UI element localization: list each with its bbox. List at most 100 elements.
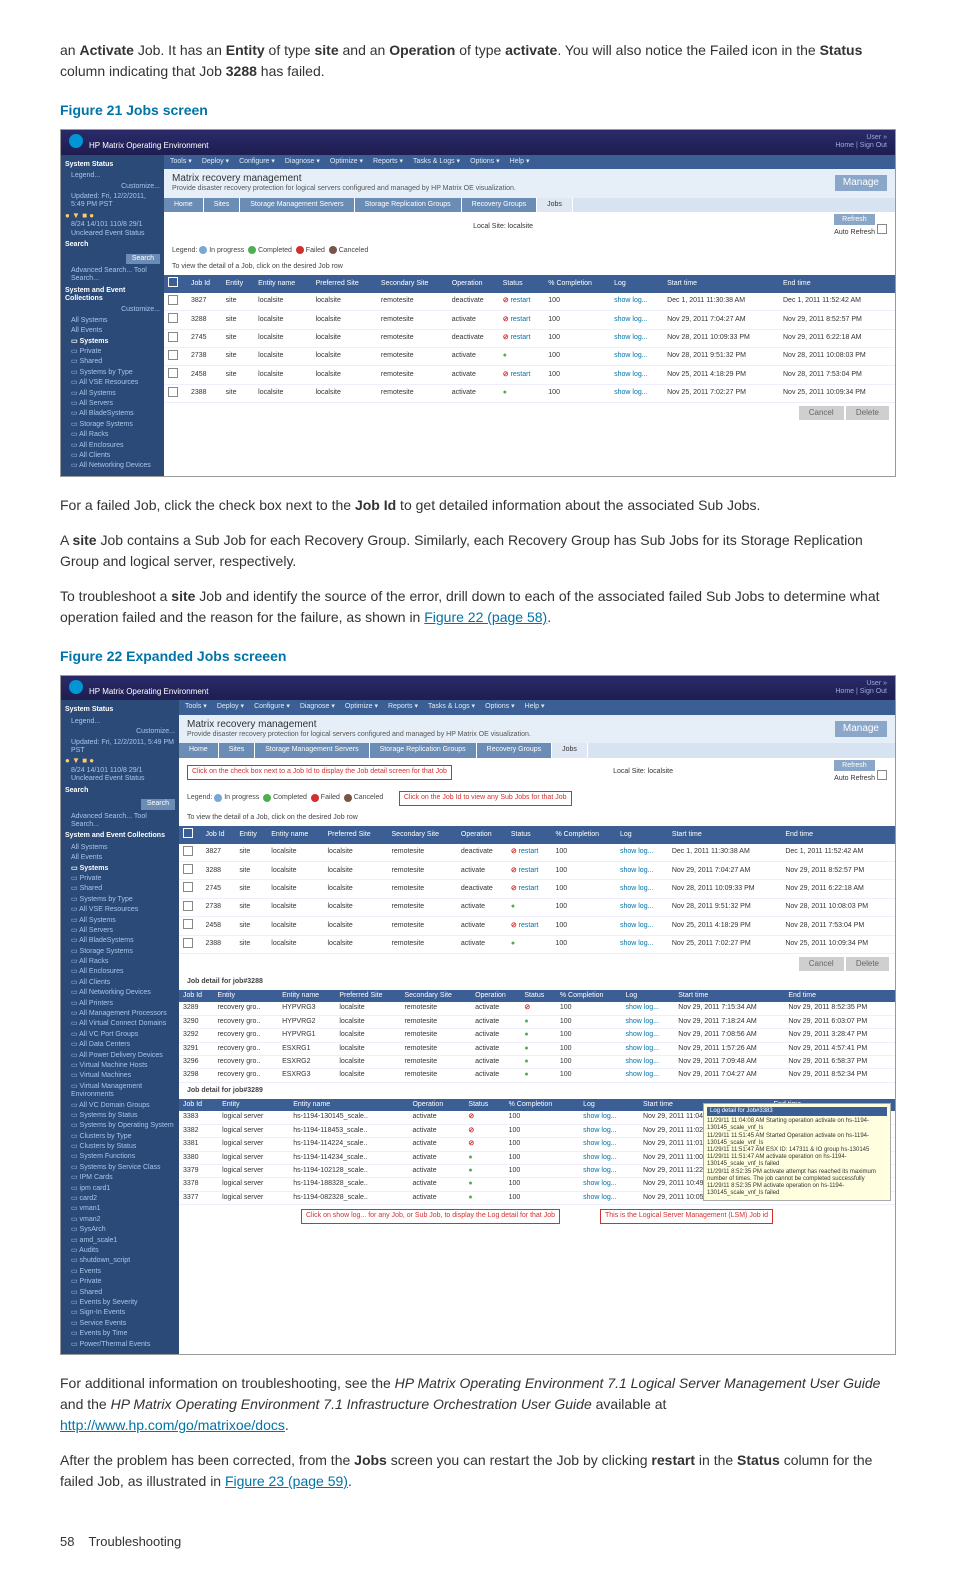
- column-header[interactable]: Start time: [663, 275, 779, 292]
- sidebar-item[interactable]: ▭ Audits: [65, 1246, 175, 1256]
- tab-jobs[interactable]: Jobs: [537, 198, 573, 212]
- table-row[interactable]: 2458sitelocalsitelocalsiteremotesiteacti…: [179, 917, 895, 935]
- row-checkbox[interactable]: [168, 332, 178, 342]
- column-header[interactable]: % Completion: [505, 1099, 579, 1111]
- sidebar-item[interactable]: ▭ All Printers: [65, 999, 175, 1009]
- table-row[interactable]: 3289recovery gro..HYPVRG3localsiteremote…: [179, 1002, 895, 1015]
- column-header[interactable]: Status: [464, 1099, 504, 1111]
- sidebar-item[interactable]: ▭ card2: [65, 1194, 175, 1204]
- menubar[interactable]: Tools ▾Deploy ▾Configure ▾Diagnose ▾Opti…: [164, 155, 895, 169]
- sidebar-item[interactable]: ▭ All Networking Devices: [65, 461, 160, 471]
- sidebar-all-systems[interactable]: All Systems: [65, 316, 160, 326]
- column-header[interactable]: Secondary Site: [400, 990, 471, 1002]
- column-header[interactable]: Secondary Site: [388, 826, 457, 843]
- sidebar-item[interactable]: ▭ Systems by Operating System: [65, 1121, 175, 1131]
- table-row[interactable]: 2388sitelocalsitelocalsiteremotesiteacti…: [164, 384, 895, 402]
- sidebar-item[interactable]: ▭ All VSE Resources: [65, 905, 175, 915]
- sidebar-legend[interactable]: Legend...: [65, 171, 160, 181]
- column-header[interactable]: Job Id: [187, 275, 222, 292]
- show-log-link[interactable]: show log...: [583, 1127, 616, 1134]
- sidebar-item[interactable]: ▭ Service Events: [65, 1319, 175, 1329]
- table-row[interactable]: 2745sitelocalsitelocalsiteremotesitedeac…: [164, 329, 895, 347]
- show-log-link[interactable]: show log...: [583, 1167, 616, 1174]
- tab-sites[interactable]: Sites: [219, 743, 256, 757]
- menu-item[interactable]: Help ▾: [510, 158, 530, 166]
- sidebar-item[interactable]: ▭ Sign-In Events: [65, 1308, 175, 1318]
- column-header[interactable]: Preferred Site: [312, 275, 377, 292]
- table-row[interactable]: 2738sitelocalsitelocalsiteremotesiteacti…: [179, 898, 895, 916]
- sidebar-customize[interactable]: Customize...: [65, 182, 160, 192]
- row-checkbox[interactable]: [168, 295, 178, 305]
- sidebar-item[interactable]: ▭ Systems by Status: [65, 1111, 175, 1121]
- sidebar-item[interactable]: ▭ vman1: [65, 1204, 175, 1214]
- sidebar-item[interactable]: ▭ All Data Centers: [65, 1040, 175, 1050]
- sidebar-item[interactable]: ▭ SysArch: [65, 1225, 175, 1235]
- table-row[interactable]: 3290recovery gro..HYPVRG2localsiteremote…: [179, 1015, 895, 1028]
- column-header[interactable]: End time: [779, 275, 895, 292]
- sidebar-item[interactable]: ▭ All Clients: [65, 451, 160, 461]
- row-checkbox[interactable]: [168, 387, 178, 397]
- column-header[interactable]: Entity name: [254, 275, 311, 292]
- sidebar-item[interactable]: ▭ vman2: [65, 1215, 175, 1225]
- show-log-link[interactable]: show log...: [614, 389, 647, 396]
- show-log-link[interactable]: show log...: [625, 1018, 658, 1025]
- column-header[interactable]: Entity name: [289, 1099, 408, 1111]
- column-header[interactable]: Log: [610, 275, 663, 292]
- table-row[interactable]: 3292recovery gro..HYPVRG1localsiteremote…: [179, 1029, 895, 1042]
- row-checkbox[interactable]: [168, 313, 178, 323]
- column-header[interactable]: End time: [784, 990, 895, 1002]
- sidebar-item[interactable]: ▭ All Enclosures: [65, 967, 175, 977]
- menu-item[interactable]: Tasks & Logs ▾: [413, 158, 460, 166]
- show-log-link[interactable]: show log...: [583, 1194, 616, 1201]
- sidebar-item[interactable]: ▭ Private: [65, 1277, 175, 1287]
- column-header[interactable]: Entity: [235, 826, 267, 843]
- table-row[interactable]: 3827sitelocalsitelocalsiteremotesitedeac…: [179, 844, 895, 862]
- row-checkbox[interactable]: [183, 882, 193, 892]
- sidebar-item[interactable]: ▭ All Enclosures: [65, 441, 160, 451]
- column-header[interactable]: Log: [616, 826, 668, 843]
- sidebar-item[interactable]: ▭ All Clients: [65, 978, 175, 988]
- search-button[interactable]: Search: [126, 254, 160, 264]
- sidebar-item[interactable]: ▭ Power/Thermal Events: [65, 1340, 175, 1350]
- menu-item[interactable]: Tools ▾: [170, 158, 192, 166]
- show-log-link[interactable]: show log...: [614, 297, 647, 304]
- show-log-link[interactable]: show log...: [614, 316, 647, 323]
- table-row[interactable]: 2745sitelocalsitelocalsiteremotesitedeac…: [179, 880, 895, 898]
- column-header[interactable]: Log: [579, 1099, 639, 1111]
- refresh-button[interactable]: Refresh: [834, 214, 875, 225]
- show-log-link[interactable]: show log...: [625, 1045, 658, 1052]
- sidebar-item[interactable]: ▭ shutdown_script: [65, 1256, 175, 1266]
- column-header[interactable]: Secondary Site: [377, 275, 448, 292]
- table-row[interactable]: 2458sitelocalsitelocalsiteremotesiteacti…: [164, 366, 895, 384]
- table-row[interactable]: 2388sitelocalsitelocalsiteremotesiteacti…: [179, 935, 895, 953]
- show-log-link[interactable]: show log...: [620, 940, 653, 947]
- sidebar-customize2[interactable]: Customize...: [65, 305, 160, 315]
- sidebar-item[interactable]: ▭ System Functions: [65, 1152, 175, 1162]
- show-log-link[interactable]: show log...: [583, 1140, 616, 1147]
- show-log-link[interactable]: show log...: [625, 1058, 658, 1065]
- column-header[interactable]: Operation: [448, 275, 499, 292]
- sidebar-item[interactable]: ▭ All VC Port Groups: [65, 1030, 175, 1040]
- column-header[interactable]: % Completion: [544, 275, 610, 292]
- show-log-link[interactable]: show log...: [583, 1154, 616, 1161]
- show-log-link[interactable]: show log...: [583, 1180, 616, 1187]
- menu-item[interactable]: Help ▾: [525, 703, 545, 711]
- menu-item[interactable]: Tasks & Logs ▾: [428, 703, 475, 711]
- column-header[interactable]: Operation: [457, 826, 507, 843]
- show-log-link[interactable]: show log...: [625, 1031, 658, 1038]
- row-checkbox[interactable]: [168, 368, 178, 378]
- manage-button[interactable]: Manage: [835, 175, 887, 191]
- show-log-link[interactable]: show log...: [614, 334, 647, 341]
- sidebar-item[interactable]: ▭ Storage Systems: [65, 420, 160, 430]
- show-log-link[interactable]: show log...: [625, 1071, 658, 1078]
- tab-storage-management-servers[interactable]: Storage Management Servers: [240, 198, 354, 212]
- sidebar-item[interactable]: ▭ All Racks: [65, 430, 160, 440]
- menu-item[interactable]: Options ▾: [470, 158, 500, 166]
- menu-item[interactable]: Tools ▾: [185, 703, 207, 711]
- show-log-link[interactable]: show log...: [614, 352, 647, 359]
- column-header[interactable]: Job Id: [179, 990, 213, 1002]
- row-checkbox[interactable]: [183, 919, 193, 929]
- jobs-table-2[interactable]: Job IdEntityEntity namePreferred SiteSec…: [179, 826, 895, 954]
- sidebar-item[interactable]: ▭ Events: [65, 1267, 175, 1277]
- tab-recovery-groups[interactable]: Recovery Groups: [477, 743, 552, 757]
